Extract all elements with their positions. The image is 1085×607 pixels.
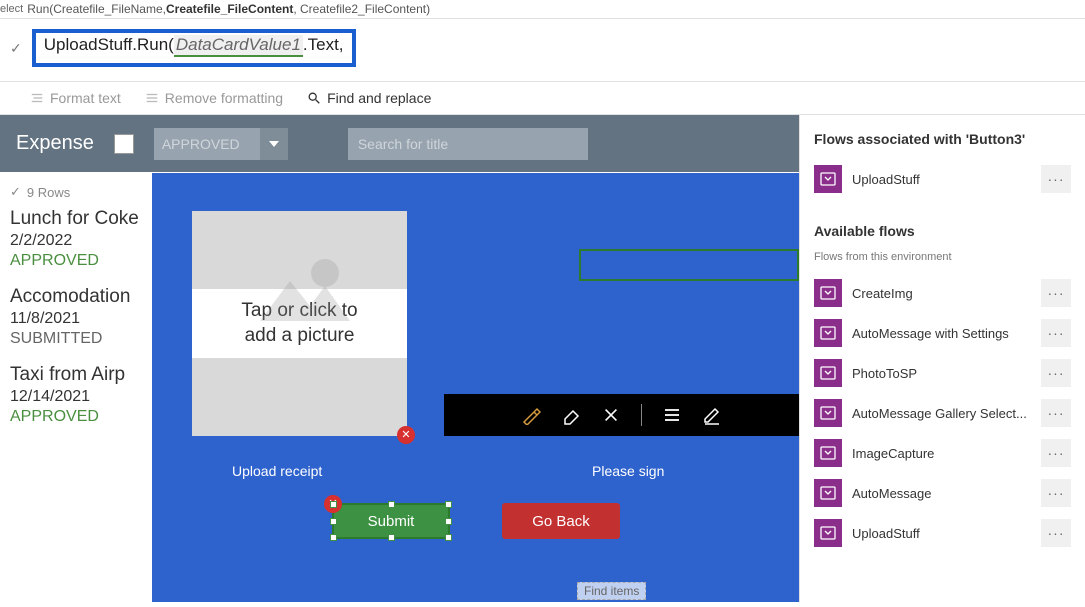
delete-picture-button[interactable]: ✕ <box>397 426 415 444</box>
resize-handle[interactable] <box>445 501 452 508</box>
flow-icon <box>814 439 842 467</box>
filter-checkbox[interactable] <box>114 134 134 154</box>
lines-icon[interactable] <box>662 405 682 425</box>
flow-item[interactable]: CreateImg ··· <box>814 273 1071 313</box>
edit-icon[interactable] <box>702 405 722 425</box>
sign-label: Please sign <box>592 463 664 479</box>
format-icon <box>30 91 44 105</box>
flow-name: CreateImg <box>852 286 1031 301</box>
chevron-down-icon <box>260 128 288 160</box>
resize-handle[interactable] <box>388 501 395 508</box>
resize-handle[interactable] <box>330 501 337 508</box>
flow-item[interactable]: UploadStuff ··· <box>814 159 1071 199</box>
flow-more-button[interactable]: ··· <box>1041 399 1071 427</box>
resize-handle[interactable] <box>445 518 452 525</box>
eraser-icon[interactable] <box>561 405 581 425</box>
status-dropdown[interactable]: APPROVED <box>154 128 288 160</box>
clear-icon[interactable] <box>601 405 621 425</box>
pen-input-control[interactable] <box>444 211 799 436</box>
pen-icon[interactable] <box>521 405 541 425</box>
associated-heading: Flows associated with 'Button3' <box>814 131 1071 147</box>
image-placeholder-icon <box>240 251 360 336</box>
flow-more-button[interactable]: ··· <box>1041 479 1071 507</box>
flows-panel: Flows associated with 'Button3' UploadSt… <box>799 115 1085 602</box>
divider <box>641 404 642 426</box>
flow-more-button[interactable]: ··· <box>1041 439 1071 467</box>
formula-bar[interactable]: ✓ UploadStuff.Run( DataCardValue1 .Text, <box>0 19 1085 82</box>
flow-icon <box>814 279 842 307</box>
flow-more-button[interactable]: ··· <box>1041 519 1071 547</box>
flow-item[interactable]: UploadStuff ··· <box>814 513 1071 553</box>
pen-toolbar <box>444 394 799 436</box>
flow-item[interactable]: ImageCapture ··· <box>814 433 1071 473</box>
flow-icon <box>814 165 842 193</box>
resize-handle[interactable] <box>330 534 337 541</box>
formula-hint-bar: elect Run(Createfile_FileName, Createfil… <box>0 0 1085 19</box>
check-icon: ✓ <box>10 184 21 200</box>
search-input[interactable]: Search for title <box>348 128 588 160</box>
go-back-button[interactable]: Go Back <box>502 503 620 539</box>
resize-handle[interactable] <box>330 518 337 525</box>
flow-icon <box>814 399 842 427</box>
flow-more-button[interactable]: ··· <box>1041 359 1071 387</box>
submit-button[interactable]: Submit ✕ <box>332 503 450 539</box>
env-subheading: Flows from this environment <box>814 251 1071 263</box>
formula-check-icon[interactable]: ✓ <box>6 40 26 57</box>
upload-label: Upload receipt <box>232 463 322 479</box>
edit-form-overlay: Tap or click to add a picture ✕ Upload r… <box>152 173 799 602</box>
flow-name: PhotoToSP <box>852 366 1031 381</box>
signature-field[interactable] <box>579 249 799 281</box>
close-icon: ✕ <box>401 430 410 441</box>
search-icon <box>307 91 321 105</box>
flow-name: AutoMessage Gallery Select... <box>852 406 1031 421</box>
formula-input[interactable]: UploadStuff.Run( DataCardValue1 .Text, <box>32 29 356 67</box>
expense-header: Expense APPROVED Search for title <box>0 115 799 172</box>
format-text-button: Format text <box>30 90 121 106</box>
flow-name: AutoMessage <box>852 486 1031 501</box>
flow-item[interactable]: AutoMessage with Settings ··· <box>814 313 1071 353</box>
flow-name: AutoMessage with Settings <box>852 326 1031 341</box>
flow-icon <box>814 479 842 507</box>
flow-more-button[interactable]: ··· <box>1041 165 1071 193</box>
flow-icon <box>814 319 842 347</box>
remove-formatting-button: Remove formatting <box>145 90 283 106</box>
find-replace-button[interactable]: Find and replace <box>307 90 431 106</box>
flow-name: ImageCapture <box>852 446 1031 461</box>
flow-more-button[interactable]: ··· <box>1041 319 1071 347</box>
flow-icon <box>814 519 842 547</box>
resize-handle[interactable] <box>445 534 452 541</box>
flow-item[interactable]: AutoMessage Gallery Select... ··· <box>814 393 1071 433</box>
flow-item[interactable]: AutoMessage ··· <box>814 473 1071 513</box>
flow-item[interactable]: PhotoToSP ··· <box>814 353 1071 393</box>
resize-handle[interactable] <box>388 534 395 541</box>
canvas[interactable]: Expense APPROVED Search for title ✓ 9 Ro… <box>0 115 799 602</box>
flow-name: UploadStuff <box>852 172 1031 187</box>
flow-icon <box>814 359 842 387</box>
add-picture-control[interactable]: Tap or click to add a picture ✕ <box>192 211 407 436</box>
find-items-field[interactable]: Find items <box>577 582 646 600</box>
hint-left-label: elect <box>0 3 27 15</box>
available-heading: Available flows <box>814 223 1071 239</box>
remove-format-icon <box>145 91 159 105</box>
page-title: Expense <box>16 132 94 155</box>
formula-toolbar: Format text Remove formatting Find and r… <box>0 82 1085 115</box>
flow-name: UploadStuff <box>852 526 1031 541</box>
flow-more-button[interactable]: ··· <box>1041 279 1071 307</box>
